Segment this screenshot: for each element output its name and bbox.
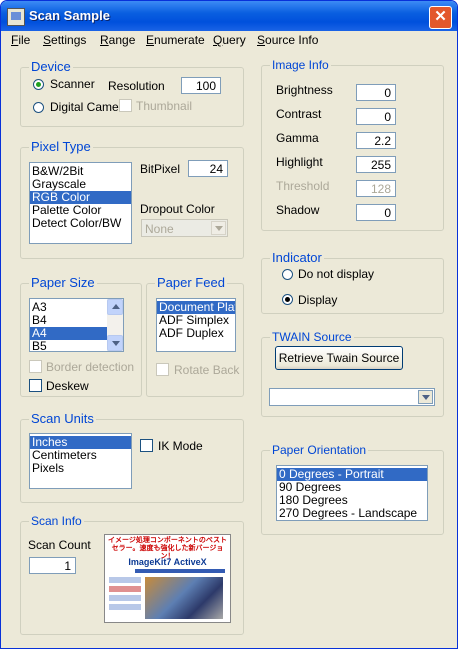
paper-size-scrollbar[interactable] (107, 299, 123, 351)
paper-feed-item[interactable]: ADF Duplex (157, 327, 235, 340)
rotate-back-label: Rotate Back (174, 363, 240, 377)
image-info-value-input[interactable]: 128 (356, 180, 396, 197)
display-radio[interactable] (282, 294, 293, 305)
imagekit-ad-banner[interactable]: イメージ処理コンポーネントのベストセラー。速度も強化した新バージョン！ Imag… (104, 534, 231, 623)
dropout-color-combo[interactable]: None (141, 219, 228, 237)
image-info-label: Brightness (276, 83, 333, 97)
deskew-checkbox[interactable] (29, 379, 42, 392)
pixel-type-legend: Pixel Type (29, 139, 93, 154)
ad-subtitle-bar (135, 569, 225, 573)
pixel-type-item[interactable]: Detect Color/BW (30, 217, 131, 230)
scan-count-label: Scan Count (28, 538, 91, 552)
paper-feed-legend: Paper Feed (155, 275, 227, 290)
digital-camera-radio[interactable] (33, 102, 44, 113)
dropout-color-label: Dropout Color (140, 202, 215, 216)
ad-side-panel (109, 577, 141, 619)
menu-query[interactable]: Query (213, 33, 246, 47)
twain-source-legend: TWAIN Source (270, 330, 354, 344)
digital-camera-label: Digital Camera (50, 100, 130, 114)
image-info-label: Shadow (276, 203, 320, 217)
ik-mode-label: IK Mode (158, 439, 203, 453)
paper-size-list[interactable]: A3 B4 A4 B5 (29, 298, 124, 352)
window-title: Scan Sample (29, 8, 110, 23)
paper-orientation-legend: Paper Orientation (270, 443, 369, 457)
image-info-label: Threshold (276, 179, 330, 193)
border-detection-label: Border detection (46, 360, 135, 374)
scan-units-list[interactable]: Inches Centimeters Pixels (29, 433, 132, 489)
scanner-radio[interactable] (33, 79, 44, 90)
title-bar[interactable]: Scan Sample ✕ (1, 1, 457, 31)
scan-unit-item[interactable]: Pixels (30, 462, 131, 475)
display-label: Display (298, 293, 338, 307)
chevron-down-icon (418, 390, 433, 404)
app-icon (7, 8, 25, 26)
scanner-label: Scanner (50, 77, 95, 91)
paper-orientation-list[interactable]: 0 Degrees - Portrait 90 Degrees 180 Degree… (276, 465, 428, 521)
image-info-value-input[interactable]: 2.2 (356, 132, 396, 149)
paper-orientation-item[interactable]: 270 Degrees - Landscape (277, 507, 427, 520)
menu-bar: File Settings Range Enumerate Query Sour… (1, 31, 457, 50)
image-info-label: Contrast (276, 107, 322, 121)
ad-photo (145, 577, 223, 619)
resolution-label: Resolution (108, 79, 165, 93)
image-info-value-input[interactable]: 0 (356, 204, 396, 221)
menu-range[interactable]: Range (100, 33, 135, 47)
device-group: Device (20, 59, 244, 127)
retrieve-twain-source-button[interactable]: Retrieve Twain Source (275, 346, 403, 370)
scan-count-input[interactable]: 1 (29, 557, 76, 574)
bitpixel-input[interactable]: 24 (188, 160, 228, 177)
thumbnail-checkbox[interactable] (119, 99, 132, 112)
ad-logo: ImageKit7 ActiveX (128, 557, 207, 567)
resolution-input[interactable]: 100 (181, 77, 221, 94)
scan-sample-window: Scan Sample ✕ File Settings Range Enumer… (0, 0, 458, 649)
do-not-display-label: Do not display (298, 267, 375, 281)
close-button[interactable]: ✕ (429, 6, 452, 29)
do-not-display-radio[interactable] (282, 269, 293, 280)
image-info-value-input[interactable]: 255 (356, 156, 396, 173)
menu-settings[interactable]: Settings (43, 33, 86, 47)
deskew-label: Deskew (46, 379, 89, 393)
scan-units-legend: Scan Units (29, 411, 96, 426)
menu-file[interactable]: File (11, 33, 30, 47)
image-info-legend: Image Info (270, 58, 331, 72)
chevron-down-icon (211, 221, 226, 235)
paper-feed-list[interactable]: Document Plate ADF Simplex ADF Duplex (156, 298, 236, 352)
border-detection-checkbox[interactable] (29, 360, 42, 373)
image-info-value-input[interactable]: 0 (356, 84, 396, 101)
dropout-color-value: None (145, 222, 174, 236)
scan-info-legend: Scan Info (29, 514, 84, 528)
indicator-legend: Indicator (270, 250, 324, 265)
twain-source-combo[interactable] (269, 388, 435, 406)
image-info-value-input[interactable]: 0 (356, 108, 396, 125)
scroll-up-icon[interactable] (107, 299, 123, 315)
device-legend: Device (29, 59, 73, 74)
scroll-down-icon[interactable] (107, 335, 123, 351)
rotate-back-checkbox[interactable] (156, 363, 169, 376)
image-info-label: Highlight (276, 155, 323, 169)
menu-enumerate[interactable]: Enumerate (146, 33, 205, 47)
thumbnail-label: Thumbnail (136, 99, 193, 113)
ik-mode-checkbox[interactable] (140, 439, 153, 452)
paper-size-legend: Paper Size (29, 275, 97, 290)
pixel-type-list[interactable]: B&W/2Bit Grayscale RGB Color Palette Color D… (29, 162, 132, 244)
menu-source-info[interactable]: Source Info (257, 33, 318, 47)
bitpixel-label: BitPixel (140, 162, 181, 176)
close-icon: ✕ (434, 8, 447, 25)
image-info-label: Gamma (276, 131, 319, 145)
